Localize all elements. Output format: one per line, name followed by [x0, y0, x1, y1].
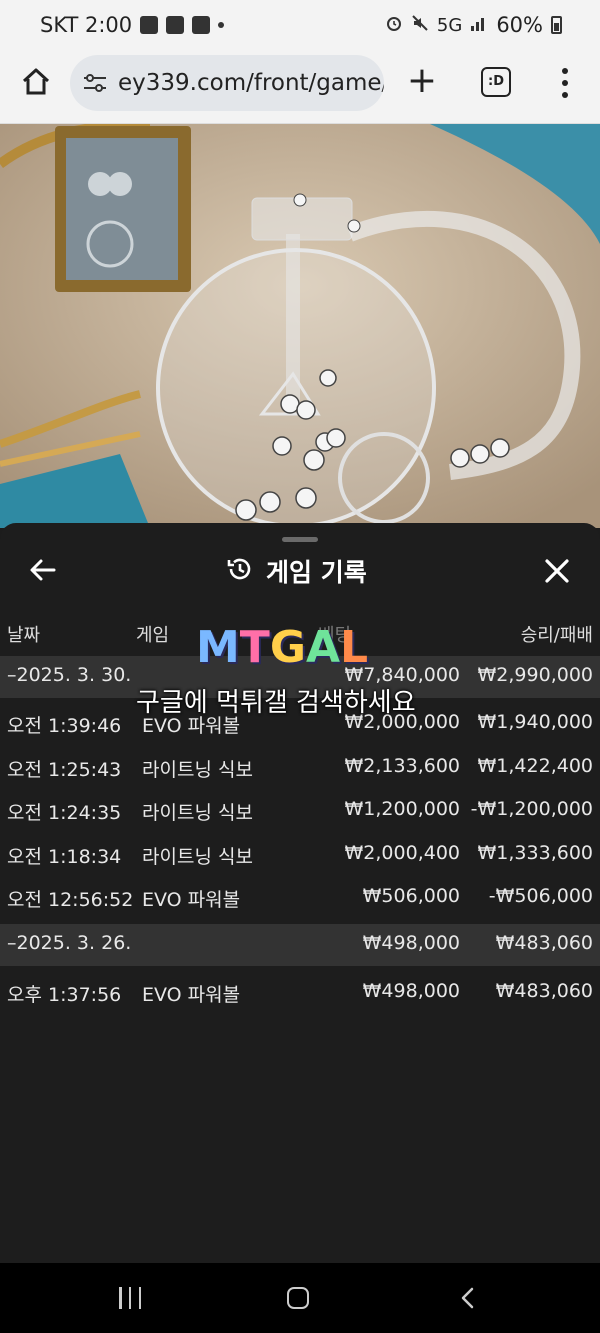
network-type: 5G: [436, 14, 463, 36]
status-right: 5G 60%: [385, 13, 562, 37]
watermark-logo-letter: M: [196, 622, 240, 673]
column-header-result: 승리/패배: [520, 625, 593, 646]
row-game: EVO 파워볼: [142, 984, 241, 1006]
row-result: -₩1,200,000: [470, 798, 593, 820]
close-icon[interactable]: [542, 556, 572, 586]
row-result: ₩2,990,000: [477, 664, 593, 686]
row-game: 라이트닝 식보: [142, 802, 253, 824]
mute-icon: [411, 13, 429, 37]
game-history-panel: 게임 기록 날짜 게임 베팅 승리/패배 –2025. 3. 30. ₩7,84…: [0, 523, 600, 1263]
row-time: 오전 1:18:34: [7, 846, 122, 868]
row-result: -₩506,000: [488, 885, 593, 907]
system-nav-bar: [0, 1263, 600, 1333]
row-game: EVO 파워볼: [142, 889, 241, 911]
row-result: ₩483,060: [495, 980, 593, 1002]
row-result: ₩1,422,400: [477, 755, 593, 777]
new-tab-icon[interactable]: +: [404, 63, 440, 100]
home-nav-icon[interactable]: [287, 1287, 309, 1309]
site-settings-icon[interactable]: [82, 72, 108, 94]
row-result: ₩1,940,000: [477, 711, 593, 733]
signal-icon: [470, 13, 488, 37]
notification-app-icon: [140, 16, 159, 34]
history-row[interactable]: 오전 1:25:43 라이트닝 식보 ₩2,133,600 ₩1,422,400: [0, 747, 600, 789]
carrier-time: SKT 2:00: [40, 13, 133, 37]
battery-icon: [551, 16, 562, 34]
row-date: –2025. 3. 26.: [7, 932, 132, 954]
recents-icon[interactable]: [119, 1287, 141, 1309]
url-text[interactable]: ey339.com/front/game/: [118, 70, 384, 96]
watermark-logo-letter: L: [340, 622, 369, 673]
row-date: –2025. 3. 30.: [7, 664, 132, 686]
notes-notification-icon: [192, 16, 211, 34]
history-row[interactable]: 오후 1:37:56 EVO 파워볼 ₩498,000 ₩483,060: [0, 972, 600, 1014]
history-row[interactable]: 오전 1:24:35 라이트닝 식보 ₩1,200,000 -₩1,200,00…: [0, 790, 600, 832]
row-time: 오전 1:25:43: [7, 759, 122, 781]
status-left: SKT 2:00: [40, 13, 225, 37]
browser-toolbar: ey339.com/front/game/ + :D: [0, 52, 600, 124]
home-icon[interactable]: [20, 66, 52, 98]
row-time: 오후 1:37:56: [7, 984, 122, 1006]
column-header-date: 날짜: [7, 625, 41, 646]
drag-handle[interactable]: [282, 537, 318, 542]
history-row[interactable]: 오전 1:18:34 라이트닝 식보 ₩2,000,400 ₩1,333,600: [0, 834, 600, 876]
row-time: 오전 12:56:52: [7, 889, 134, 911]
row-bet: ₩506,000: [362, 885, 460, 907]
history-icon: [226, 555, 254, 587]
row-bet: ₩2,133,600: [344, 755, 460, 777]
column-header-game: 게임: [136, 625, 170, 646]
panel-title: 게임 기록: [226, 553, 367, 589]
row-result: ₩1,333,600: [477, 842, 593, 864]
row-game: 라이트닝 식보: [142, 846, 253, 868]
watermark-caption: 구글에 먹튀갤 검색하세요: [136, 688, 416, 718]
back-nav-icon[interactable]: [458, 1287, 478, 1309]
watermark-logo-letter: T: [239, 622, 270, 673]
watermark-logo-letter: A: [305, 622, 340, 673]
panel-title-text: 게임 기록: [266, 558, 367, 587]
watermark-logo-letter: G: [269, 622, 306, 673]
row-bet: ₩498,000: [362, 980, 460, 1002]
image-notification-icon: [166, 16, 185, 34]
more-menu-icon[interactable]: [552, 68, 578, 98]
row-time: 오전 1:39:46: [7, 715, 122, 737]
alarm-icon: [385, 13, 403, 37]
row-game: 라이트닝 식보: [142, 759, 253, 781]
battery-percent: 60%: [496, 13, 543, 37]
row-bet: ₩498,000: [362, 932, 460, 954]
watermark-logo: MTGAL: [196, 622, 368, 673]
row-time: 오전 1:24:35: [7, 802, 122, 824]
tabs-icon[interactable]: :D: [481, 67, 511, 97]
history-row[interactable]: 오전 12:56:52 EVO 파워볼 ₩506,000 -₩506,000: [0, 877, 600, 919]
row-bet: ₩1,200,000: [344, 798, 460, 820]
day-summary-row: –2025. 3. 26. ₩498,000 ₩483,060: [0, 924, 600, 966]
more-notifications-icon: [218, 22, 225, 28]
address-bar[interactable]: ey339.com/front/game/: [70, 55, 384, 111]
live-game-video[interactable]: [0, 124, 600, 528]
row-result: ₩483,060: [495, 932, 593, 954]
back-arrow-icon[interactable]: [28, 555, 58, 585]
row-bet: ₩2,000,400: [344, 842, 460, 864]
status-bar: SKT 2:00 5G 60%: [0, 0, 600, 52]
